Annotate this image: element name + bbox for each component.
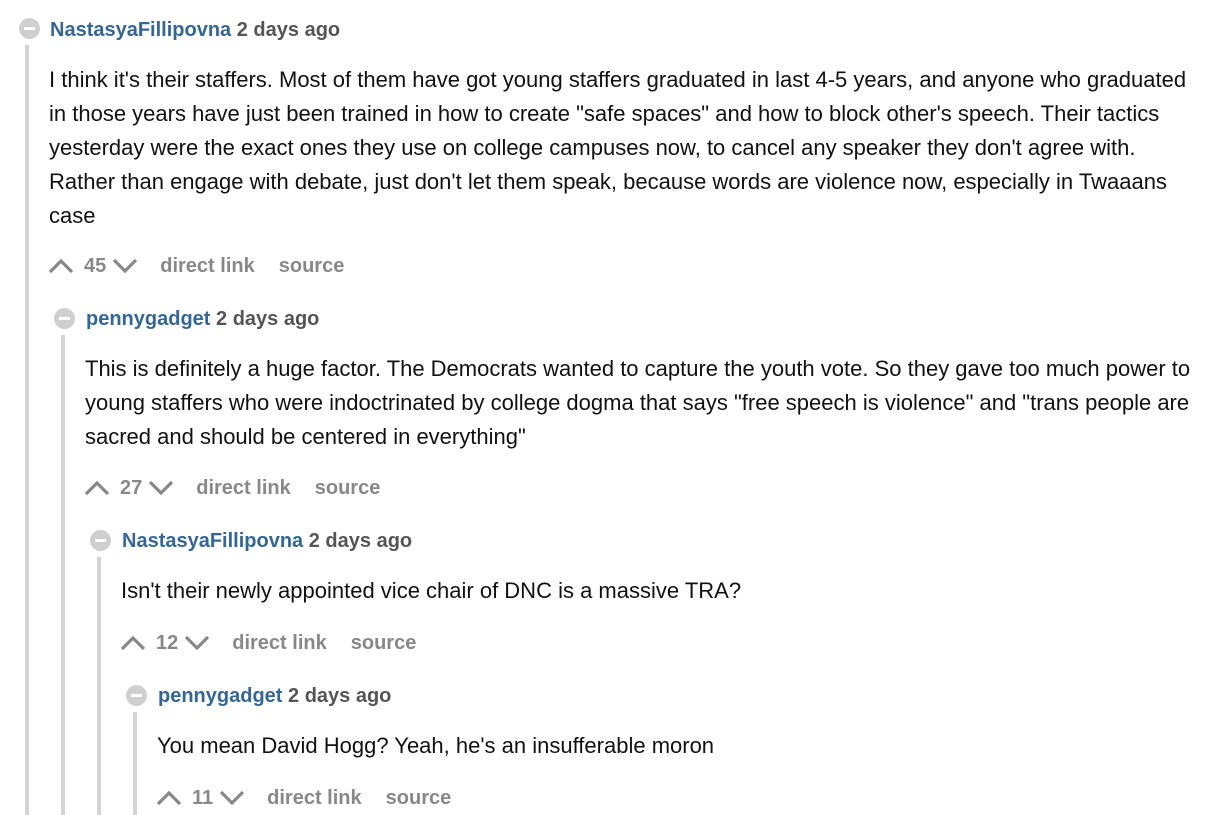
comment-header: pennygadget 2 days ago [86,307,319,331]
downvote-chevron-icon[interactable] [184,634,210,652]
direct-link[interactable]: direct link [160,255,254,278]
score: 27 [120,476,143,499]
comment-body: Isn't their newly appointed vice chair o… [121,578,742,603]
comment-thread: NastasyaFillipovna 2 days ago I think it… [0,0,1209,815]
thread-line[interactable] [97,557,101,815]
direct-link[interactable]: direct link [232,632,326,655]
score: 12 [156,631,179,654]
author-link[interactable]: pennygadget [86,308,210,330]
thread-line[interactable] [25,45,29,815]
author-link[interactable]: NastasyaFillipovna [50,19,231,41]
author-link[interactable]: pennygadget [158,685,282,707]
comment-actions: 45 direct link source [48,254,344,278]
upvote-chevron-icon[interactable] [48,257,74,275]
comment-body: This is definitely a huge factor. The De… [85,356,1191,449]
timestamp: 2 days ago [236,19,341,41]
comment-actions: 27 direct link source [84,476,380,500]
upvote-chevron-icon[interactable] [84,479,110,497]
collapse-icon[interactable] [90,530,111,551]
upvote-chevron-icon[interactable] [156,789,182,807]
comment-header: pennygadget 2 days ago [158,684,391,708]
source-link[interactable]: source [386,787,452,810]
timestamp: 2 days ago [288,685,392,707]
comment-header: NastasyaFillipovna 2 days ago [50,18,340,42]
comment-body: I think it's their staffers. Most of the… [49,67,1187,228]
timestamp: 2 days ago [216,308,320,330]
score: 11 [192,786,214,809]
thread-line[interactable] [61,335,65,815]
collapse-icon[interactable] [126,685,147,706]
direct-link[interactable]: direct link [267,787,361,810]
collapse-icon[interactable] [54,308,75,329]
direct-link[interactable]: direct link [196,477,290,500]
downvote-chevron-icon[interactable] [112,257,138,275]
source-link[interactable]: source [315,477,381,500]
comment-actions: 12 direct link source [120,631,416,655]
comment-body: You mean David Hogg? Yeah, he's an insuf… [157,733,715,758]
thread-line[interactable] [133,712,137,815]
collapse-icon[interactable] [19,18,40,39]
source-link[interactable]: source [279,255,345,278]
author-link[interactable]: NastasyaFillipovna [122,530,303,552]
timestamp: 2 days ago [308,530,413,552]
upvote-chevron-icon[interactable] [120,634,146,652]
comment-actions: 11 direct link source [156,786,451,810]
source-link[interactable]: source [351,632,417,655]
downvote-chevron-icon[interactable] [148,479,174,497]
comment-header: NastasyaFillipovna 2 days ago [122,529,412,553]
score: 45 [84,254,107,277]
downvote-chevron-icon[interactable] [219,789,245,807]
